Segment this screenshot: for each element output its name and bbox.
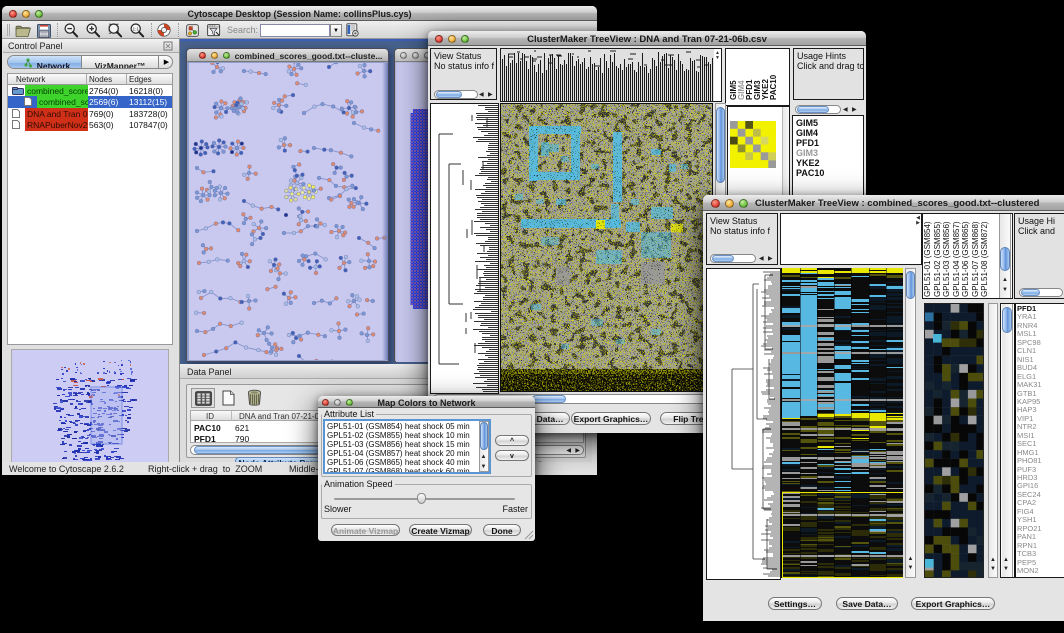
svg-text:1:1: 1:1 (133, 27, 140, 32)
